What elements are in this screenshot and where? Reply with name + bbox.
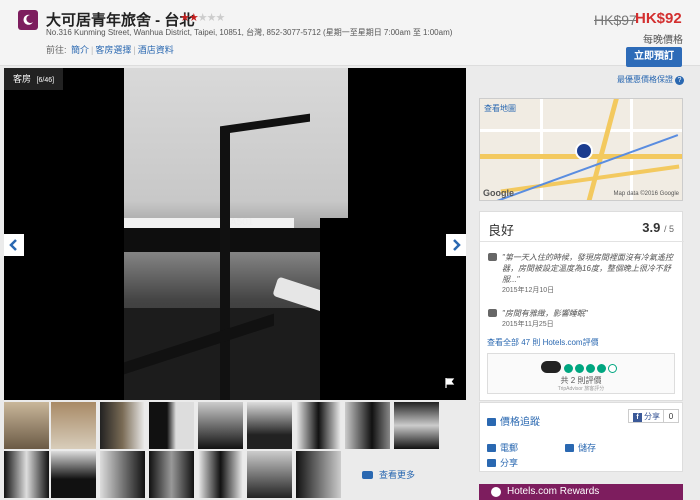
nav-link-overview[interactable]: 簡介	[69, 45, 91, 55]
hotel-address: No.316 Kunming Street, Wanhua District, …	[46, 28, 453, 37]
thumbnail[interactable]	[296, 451, 341, 498]
review-quote: "房間有雅緻，影響睡眠" 2015年11月25日	[488, 308, 676, 330]
thumbnail-strip	[4, 400, 466, 500]
photo-count: [6/46]	[36, 77, 55, 84]
rewards-label: Hotels.com Rewards	[507, 486, 600, 497]
star-filled-icon: ★★	[180, 12, 199, 24]
star-rating: ★★★★★	[180, 11, 226, 24]
tripadvisor-owl-icon	[541, 361, 561, 373]
original-price: HK$97	[594, 12, 637, 28]
book-now-button[interactable]: 立即預訂	[626, 47, 682, 67]
best-price-guarantee-link[interactable]: 最優惠價格保證?	[617, 74, 684, 85]
help-icon: ?	[675, 76, 684, 85]
per-night-label: 每晚價格	[643, 35, 683, 46]
thumbnail[interactable]	[198, 451, 243, 498]
chevron-right-icon	[453, 239, 461, 251]
thumbnail[interactable]	[198, 402, 243, 449]
facebook-share-button[interactable]: f 分享	[628, 409, 665, 423]
section-nav: 前往: 簡介 | 客房選擇 | 酒店資料	[46, 45, 176, 55]
facebook-share-count: 0	[663, 409, 679, 423]
photo-gallery[interactable]: A501	[4, 68, 466, 400]
thumbnail[interactable]	[100, 451, 145, 498]
report-flag-icon[interactable]	[445, 378, 455, 388]
thumbnail[interactable]	[51, 451, 96, 498]
previous-photo-button[interactable]	[4, 234, 24, 256]
view-more-label: 查看更多	[379, 470, 416, 480]
price-tracking-button[interactable]: 價格追蹤	[487, 413, 540, 428]
nav-prefix: 前往:	[46, 45, 67, 55]
map-copyright: Map data ©2016 Google	[613, 191, 679, 197]
best-price-label: 最優惠價格保證	[617, 75, 673, 84]
camera-icon	[362, 471, 373, 479]
rating-word: 良好	[488, 223, 515, 238]
next-photo-button[interactable]	[446, 234, 466, 256]
rating-score: 3.9 / 5	[642, 220, 674, 235]
hotel-location-pin	[575, 142, 593, 160]
bunk-label: A501	[230, 217, 254, 228]
photo-category-label: 客房	[13, 74, 32, 84]
hotels-logo-icon	[18, 10, 38, 30]
view-more-photos-link[interactable]: 查看更多	[362, 468, 415, 481]
save-button[interactable]: 儲存	[565, 441, 596, 454]
thumbnail[interactable]	[247, 451, 292, 498]
nav-link-hotel-info[interactable]: 酒店資料	[136, 45, 176, 55]
star-empty-icon: ★★★	[197, 12, 226, 24]
facebook-icon: f	[633, 413, 642, 422]
thumbnail[interactable]	[4, 451, 49, 498]
location-map[interactable]: 查看地圖 Google Map data ©2016 Google	[479, 98, 683, 201]
photo-category-tag: 客房 [6/46]	[4, 68, 64, 90]
quote-icon	[488, 309, 497, 317]
chevron-left-icon	[9, 239, 17, 251]
envelope-icon	[487, 444, 496, 452]
share-icon	[487, 459, 496, 467]
see-all-reviews-link[interactable]: 查看全部 47 則 Hotels.com評價	[487, 337, 599, 348]
heart-icon	[565, 444, 574, 452]
price-tag-icon	[487, 418, 496, 426]
share-button[interactable]: 分享	[487, 456, 518, 469]
hotel-page: 大可居青年旅舍 - 台北 ★★★★★ No.316 Kunming Street…	[0, 0, 700, 500]
room-photo: A501	[124, 68, 348, 400]
tripadvisor-note: TripAdvisor 旅客評分	[557, 386, 605, 392]
sale-price: HK$92	[635, 10, 682, 27]
nav-link-rooms[interactable]: 客房選擇	[93, 45, 133, 55]
review-quote: "第一天入住的時候，發現房間裡面沒有冷氣遙控器，房間被設定溫度為16度，整個晚上…	[488, 252, 676, 296]
rewards-banner[interactable]: Hotels.com Rewards	[479, 484, 683, 500]
thumbnail[interactable]	[247, 402, 292, 449]
email-button[interactable]: 電郵	[487, 441, 518, 454]
thumbnail[interactable]	[51, 402, 96, 449]
google-logo: Google	[483, 188, 514, 198]
tripadvisor-rating[interactable]: 共 2 則評價 TripAdvisor 旅客評分	[487, 353, 675, 394]
thumbnail[interactable]	[296, 402, 341, 449]
quote-icon	[488, 253, 497, 261]
thumbnail[interactable]	[394, 402, 439, 449]
thumbnail[interactable]	[345, 402, 390, 449]
rewards-icon	[491, 487, 501, 497]
hotel-header: 大可居青年旅舍 - 台北 ★★★★★ No.316 Kunming Street…	[0, 0, 700, 67]
thumbnail[interactable]	[149, 451, 194, 498]
view-map-link[interactable]: 查看地圖	[484, 103, 516, 114]
thumbnail[interactable]	[100, 402, 145, 449]
thumbnail[interactable]	[4, 402, 49, 449]
thumbnail[interactable]	[149, 402, 194, 449]
